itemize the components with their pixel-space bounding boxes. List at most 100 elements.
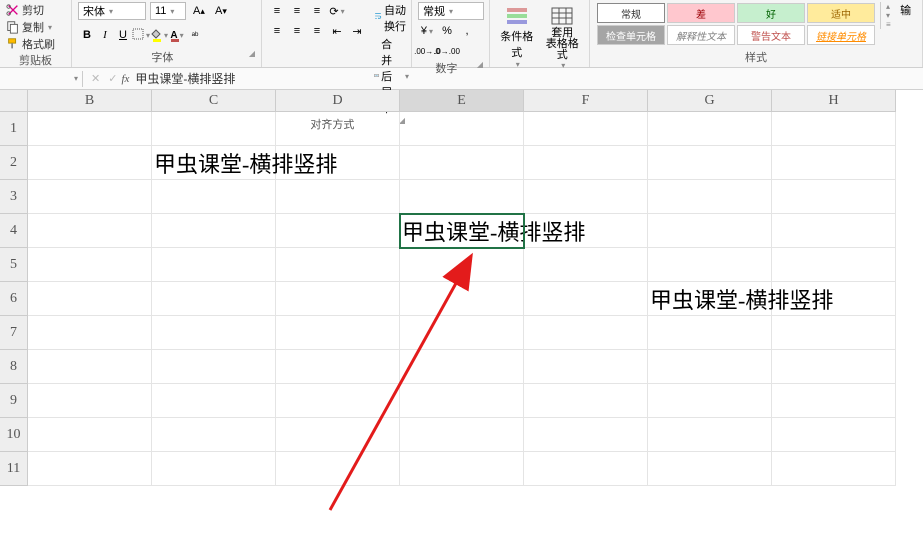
cell[interactable] [400, 452, 524, 486]
align-top-button[interactable]: ≡ [268, 2, 286, 20]
column-header[interactable]: C [152, 90, 276, 112]
cell[interactable] [28, 384, 152, 418]
cell[interactable] [648, 112, 772, 146]
cell[interactable] [400, 282, 524, 316]
cell-style-swatch[interactable]: 适中 [807, 3, 875, 23]
cell[interactable] [28, 112, 152, 146]
cell[interactable] [276, 248, 400, 282]
cell[interactable] [152, 282, 276, 316]
font-size-combo[interactable]: 11▾ [150, 2, 186, 20]
column-header[interactable]: D [276, 90, 400, 112]
cell-style-swatch[interactable]: 好 [737, 3, 805, 23]
cell[interactable] [772, 282, 896, 316]
cell[interactable] [648, 180, 772, 214]
increase-font-button[interactable]: A▴ [190, 2, 208, 20]
cut-button[interactable]: 剪切 [6, 2, 55, 18]
align-center-button[interactable]: ≡ [288, 22, 306, 40]
cell-style-swatch[interactable]: 常规 [597, 3, 665, 23]
cell[interactable] [524, 282, 648, 316]
cell[interactable] [276, 384, 400, 418]
cell[interactable] [28, 180, 152, 214]
row-header[interactable]: 5 [0, 248, 28, 282]
row-header[interactable]: 6 [0, 282, 28, 316]
cell[interactable]: 甲虫课堂-横排竖排 [648, 282, 772, 316]
cell[interactable] [524, 350, 648, 384]
cell[interactable] [772, 180, 896, 214]
column-header[interactable]: B [28, 90, 152, 112]
cell[interactable] [772, 316, 896, 350]
formula-content[interactable]: 甲虫课堂-横排竖排 [135, 70, 235, 87]
cell[interactable] [648, 418, 772, 452]
font-name-combo[interactable]: 宋体▾ [78, 2, 146, 20]
cell[interactable] [28, 350, 152, 384]
cell[interactable] [648, 214, 772, 248]
cell[interactable] [772, 112, 896, 146]
row-header[interactable]: 3 [0, 180, 28, 214]
cell[interactable] [28, 146, 152, 180]
ribbon-more[interactable]: 输 [898, 2, 914, 18]
cell[interactable] [152, 248, 276, 282]
cell[interactable] [400, 112, 524, 146]
cell[interactable] [276, 452, 400, 486]
decrease-font-button[interactable]: A▾ [212, 2, 230, 20]
cell[interactable] [524, 316, 648, 350]
font-color-button[interactable]: A▾ [168, 26, 186, 44]
row-header[interactable]: 4 [0, 214, 28, 248]
cell[interactable] [400, 146, 524, 180]
cell[interactable] [276, 180, 400, 214]
cell[interactable] [648, 316, 772, 350]
cell[interactable] [524, 180, 648, 214]
cell[interactable] [400, 418, 524, 452]
row-header[interactable]: 10 [0, 418, 28, 452]
cell[interactable] [400, 248, 524, 282]
cell[interactable] [28, 282, 152, 316]
cell[interactable] [648, 452, 772, 486]
cell[interactable] [152, 384, 276, 418]
cell[interactable] [524, 248, 648, 282]
column-header[interactable]: G [648, 90, 772, 112]
cell[interactable] [524, 452, 648, 486]
cell[interactable]: 甲虫课堂-横排竖排 [400, 214, 524, 248]
styles-scroll-up[interactable]: ▴ [886, 2, 891, 11]
orientation-button[interactable]: ⟳▾ [328, 2, 346, 20]
styles-more[interactable]: ≡ [886, 20, 891, 29]
cell[interactable] [772, 248, 896, 282]
cell[interactable] [772, 146, 896, 180]
decrease-decimal-button[interactable]: .0→.00 [438, 42, 456, 60]
cell[interactable] [152, 214, 276, 248]
accept-formula-button[interactable]: ✓ [104, 72, 121, 85]
cell[interactable] [28, 214, 152, 248]
cell-styles-gallery[interactable]: 常规差好适中检查单元格解释性文本警告文本链接单元格 [596, 2, 876, 46]
cell[interactable] [152, 180, 276, 214]
cell[interactable] [276, 146, 400, 180]
cell[interactable] [524, 146, 648, 180]
row-header[interactable]: 2 [0, 146, 28, 180]
cell[interactable] [648, 350, 772, 384]
align-left-button[interactable]: ≡ [268, 22, 286, 40]
cell[interactable] [152, 418, 276, 452]
cell[interactable] [400, 350, 524, 384]
cell[interactable] [524, 112, 648, 146]
styles-scroll-down[interactable]: ▾ [886, 11, 891, 20]
cell[interactable] [276, 350, 400, 384]
indent-inc-button[interactable]: ⇥ [348, 22, 366, 40]
font-dialog-launcher[interactable]: ◢ [249, 49, 255, 58]
cell[interactable] [772, 384, 896, 418]
cell[interactable] [772, 452, 896, 486]
column-header[interactable]: H [772, 90, 896, 112]
phonetic-button[interactable]: ᵃᵇ [186, 26, 204, 44]
column-header[interactable]: F [524, 90, 648, 112]
copy-button[interactable]: 复制▾ [6, 19, 55, 35]
column-header[interactable]: E [400, 90, 524, 112]
align-middle-button[interactable]: ≡ [288, 2, 306, 20]
cell[interactable] [524, 384, 648, 418]
cell[interactable] [152, 316, 276, 350]
cell[interactable] [28, 316, 152, 350]
format-as-table-button[interactable]: 套用 表格格式▾ [542, 2, 584, 72]
indent-dec-button[interactable]: ⇤ [328, 22, 346, 40]
fill-color-button[interactable]: ▾ [150, 26, 168, 44]
row-header[interactable]: 8 [0, 350, 28, 384]
cell[interactable] [152, 112, 276, 146]
cell[interactable] [28, 248, 152, 282]
bold-button[interactable]: B [78, 26, 96, 44]
